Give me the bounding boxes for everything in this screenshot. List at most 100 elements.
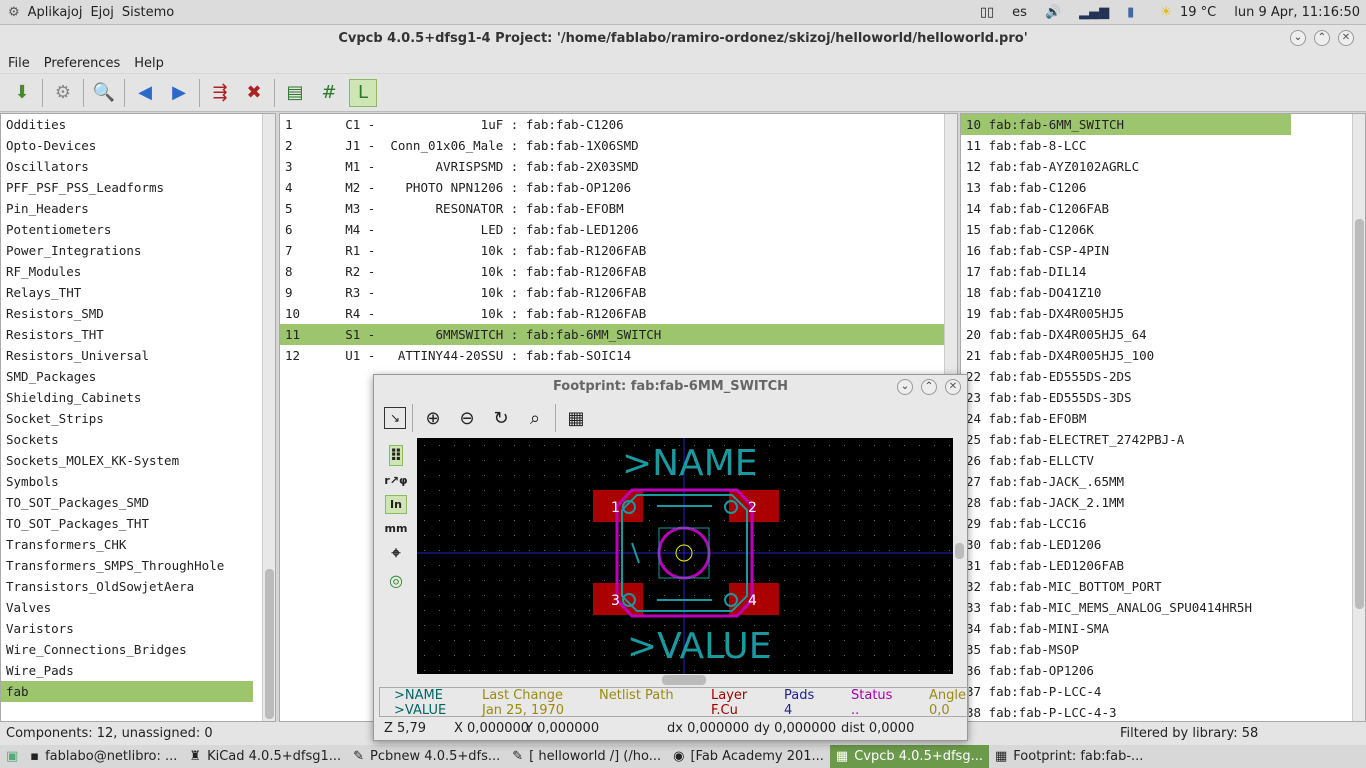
footprint-item[interactable]: 20 fab:fab-DX4R005HJ5_64	[961, 324, 1365, 345]
library-item[interactable]: Opto-Devices	[1, 135, 275, 156]
power-icon[interactable]: ▮	[1127, 5, 1134, 20]
footprint-list[interactable]: 10 fab:fab-6MM_SWITCH 11 fab:fab-8-LCC 12 …	[960, 113, 1366, 722]
filter-library-icon[interactable]: L	[349, 78, 377, 107]
footprint-item[interactable]: 30 fab:fab-LED1206	[961, 534, 1365, 555]
filter-keyword-icon[interactable]: ▤	[281, 79, 309, 107]
library-item[interactable]: RF_Modules	[1, 261, 275, 282]
footprint-item[interactable]: 19 fab:fab-DX4R005HJ5	[961, 303, 1365, 324]
volume-icon[interactable]: 🔊	[1045, 5, 1061, 20]
menu-preferences[interactable]: Preferences	[44, 56, 120, 71]
footprint-item[interactable]: 11 fab:fab-8-LCC	[961, 135, 1365, 156]
delete-associations-icon[interactable]: ✖	[240, 79, 268, 107]
clock[interactable]: lun 9 Apr, 11:16:50	[1234, 5, 1360, 20]
library-item[interactable]: Valves	[1, 597, 275, 618]
component-row[interactable]: 7 R1 - 10k : fab:fab-R1206FAB	[280, 240, 957, 261]
library-item[interactable]: PFF_PSF_PSS_Leadforms	[1, 177, 275, 198]
component-row[interactable]: 12 U1 - ATTINY44-20SSU : fab:fab-SOIC14	[280, 345, 957, 366]
library-item[interactable]: Resistors_Universal	[1, 345, 275, 366]
component-row[interactable]: 4 M2 - PHOTO NPN1206 : fab:fab-OP1206	[280, 177, 957, 198]
save-icon[interactable]: ⬇	[8, 79, 36, 107]
library-item[interactable]: Wire_Pads	[1, 660, 275, 681]
taskbar-item[interactable]: ▪ fablabo@netlibro: ...	[24, 745, 183, 768]
menu-places[interactable]: Ejoj	[90, 5, 113, 20]
component-row[interactable]: 9 R3 - 10k : fab:fab-R1206FAB	[280, 282, 957, 303]
footprint-item[interactable]: 21 fab:fab-DX4R005HJ5_100	[961, 345, 1365, 366]
show-desktop-icon[interactable]: ▣	[0, 745, 24, 768]
library-item[interactable]: Socket_Strips	[1, 408, 275, 429]
close-button[interactable]: ✕	[1338, 30, 1354, 46]
library-item[interactable]: Pin_Headers	[1, 198, 275, 219]
arrow-right-icon[interactable]: ▶	[165, 79, 193, 107]
menu-system[interactable]: Sistemo	[122, 5, 174, 20]
zoom-out-icon[interactable]: ⊖	[453, 404, 481, 432]
footprint-canvas[interactable]: >NAME >VALUE 1 2 3 4	[417, 438, 967, 686]
footprint-item[interactable]: 28 fab:fab-JACK_2.1MM	[961, 492, 1365, 513]
library-scrollbar[interactable]	[262, 114, 275, 721]
footprint-item[interactable]: 15 fab:fab-C1206K	[961, 219, 1365, 240]
units-mm-button[interactable]: mm	[385, 522, 408, 535]
menu-file[interactable]: File	[8, 56, 30, 71]
component-row[interactable]: 3 M1 - AVRISPSMD : fab:fab-2X03SMD	[280, 156, 957, 177]
library-list[interactable]: Oddities Opto-Devices Oscillators PFF_PSF_P…	[0, 113, 276, 722]
arrow-left-icon[interactable]: ◀	[131, 79, 159, 107]
keyboard-layout[interactable]: es	[1012, 5, 1027, 20]
footprint-item[interactable]: 25 fab:fab-ELECTRET_2742PBJ-A	[961, 429, 1365, 450]
library-item[interactable]: Potentiometers	[1, 219, 275, 240]
taskbar-item[interactable]: ♜ KiCad 4.0.5+dfsg1...	[183, 745, 347, 768]
taskbar-item[interactable]: ✎[ helloworld /] (/ho...	[506, 745, 667, 768]
footprint-item[interactable]: 33 fab:fab-MIC_MEMS_ANALOG_SPU0414HR5H	[961, 597, 1365, 618]
polar-coords-icon[interactable]: r↗φ	[384, 474, 407, 487]
menu-applications[interactable]: Aplikajoj	[28, 5, 83, 20]
canvas-hscroll[interactable]	[417, 674, 953, 686]
maximize-button[interactable]: ⌃	[1314, 30, 1330, 46]
footprint-item[interactable]: 12 fab:fab-AYZ0102AGRLC	[961, 156, 1365, 177]
library-item[interactable]: Sockets	[1, 429, 275, 450]
taskbar-item[interactable]: ▦ Footprint: fab:fab-...	[989, 745, 1149, 768]
weather[interactable]: ☀ 19 °C	[1152, 5, 1216, 20]
component-row[interactable]: 8 R2 - 10k : fab:fab-R1206FAB	[280, 261, 957, 282]
3d-display-icon[interactable]: ▦	[562, 404, 590, 432]
footprint-item[interactable]: 16 fab:fab-CSP-4PIN	[961, 240, 1365, 261]
component-row[interactable]: 10 R4 - 10k : fab:fab-R1206FAB	[280, 303, 957, 324]
units-inch-button[interactable]: In	[385, 495, 407, 514]
component-row[interactable]: 11 S1 - 6MMSWITCH : fab:fab-6MM_SWITCH	[280, 324, 957, 345]
footprint-item[interactable]: 29 fab:fab-LCC16	[961, 513, 1365, 534]
canvas-vscroll[interactable]	[953, 438, 967, 674]
battery-monitor-icon[interactable]: ▯▯	[980, 5, 994, 20]
redraw-icon[interactable]: ↻	[487, 404, 515, 432]
3d-view-icon[interactable]: ↘	[384, 407, 406, 429]
footprint-item[interactable]: 14 fab:fab-C1206FAB	[961, 198, 1365, 219]
app-menu-icon[interactable]: ⚙	[8, 5, 20, 20]
component-row[interactable]: 1 C1 - 1uF : fab:fab-C1206	[280, 114, 957, 135]
footprint-item[interactable]: 31 fab:fab-LED1206FAB	[961, 555, 1365, 576]
footprint-item[interactable]: 23 fab:fab-ED555DS-3DS	[961, 387, 1365, 408]
footprint-item[interactable]: 34 fab:fab-MINI-SMA	[961, 618, 1365, 639]
footprint-item[interactable]: 24 fab:fab-EFOBM	[961, 408, 1365, 429]
minimize-button[interactable]: ⌄	[1290, 30, 1306, 46]
footprint-item[interactable]: 22 fab:fab-ED555DS-2DS	[961, 366, 1365, 387]
footprint-item[interactable]: 35 fab:fab-MSOP	[961, 639, 1365, 660]
fp-minimize-button[interactable]: ⌄	[897, 379, 913, 395]
library-item[interactable]: Relays_THT	[1, 282, 275, 303]
fp-maximize-button[interactable]: ⌃	[921, 379, 937, 395]
library-item[interactable]: Varistors	[1, 618, 275, 639]
grid-icon[interactable]: ⠿	[388, 445, 404, 466]
footprint-item[interactable]: 32 fab:fab-MIC_BOTTOM_PORT	[961, 576, 1365, 597]
footprint-item[interactable]: 26 fab:fab-ELLCTV	[961, 450, 1365, 471]
library-item[interactable]: Resistors_THT	[1, 324, 275, 345]
gear-icon[interactable]: ⚙	[49, 79, 77, 107]
library-item[interactable]: Oscillators	[1, 156, 275, 177]
library-item[interactable]: Resistors_SMD	[1, 303, 275, 324]
library-item[interactable]: Shielding_Cabinets	[1, 387, 275, 408]
fp-close-button[interactable]: ✕	[945, 379, 961, 395]
library-item[interactable]: TO_SOT_Packages_THT	[1, 513, 275, 534]
component-row[interactable]: 5 M3 - RESONATOR : fab:fab-EFOBM	[280, 198, 957, 219]
library-item[interactable]: Wire_Connections_Bridges	[1, 639, 275, 660]
library-item[interactable]: TO_SOT_Packages_SMD	[1, 492, 275, 513]
menu-help[interactable]: Help	[134, 56, 164, 71]
taskbar-item[interactable]: ✎ Pcbnew 4.0.5+dfs...	[347, 745, 506, 768]
taskbar-item[interactable]: ▦ Cvpcb 4.0.5+dfsg...	[829, 745, 989, 768]
taskbar-item[interactable]: ◉ [Fab Academy 201...	[667, 745, 830, 768]
cursor-icon[interactable]: ⌖	[391, 543, 400, 563]
view-footprint-icon[interactable]: 🔍	[90, 79, 118, 107]
